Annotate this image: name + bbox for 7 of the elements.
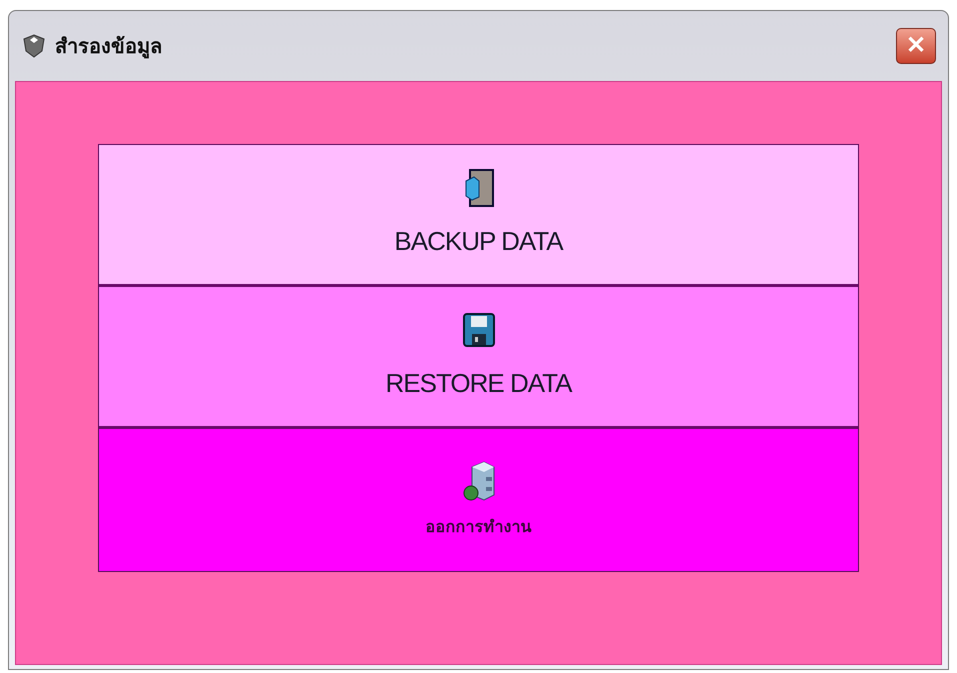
menu-button[interactable]: BACKUP DATA bbox=[99, 145, 858, 287]
server-globe-icon bbox=[462, 461, 496, 501]
shield-icon bbox=[21, 33, 47, 59]
menu-button[interactable]: ออกการทำงาน bbox=[99, 429, 858, 571]
window-title: สำรองข้อมูล bbox=[55, 33, 162, 60]
menu-button[interactable]: RESTORE DATA bbox=[99, 287, 858, 429]
cube-icon bbox=[464, 169, 494, 207]
